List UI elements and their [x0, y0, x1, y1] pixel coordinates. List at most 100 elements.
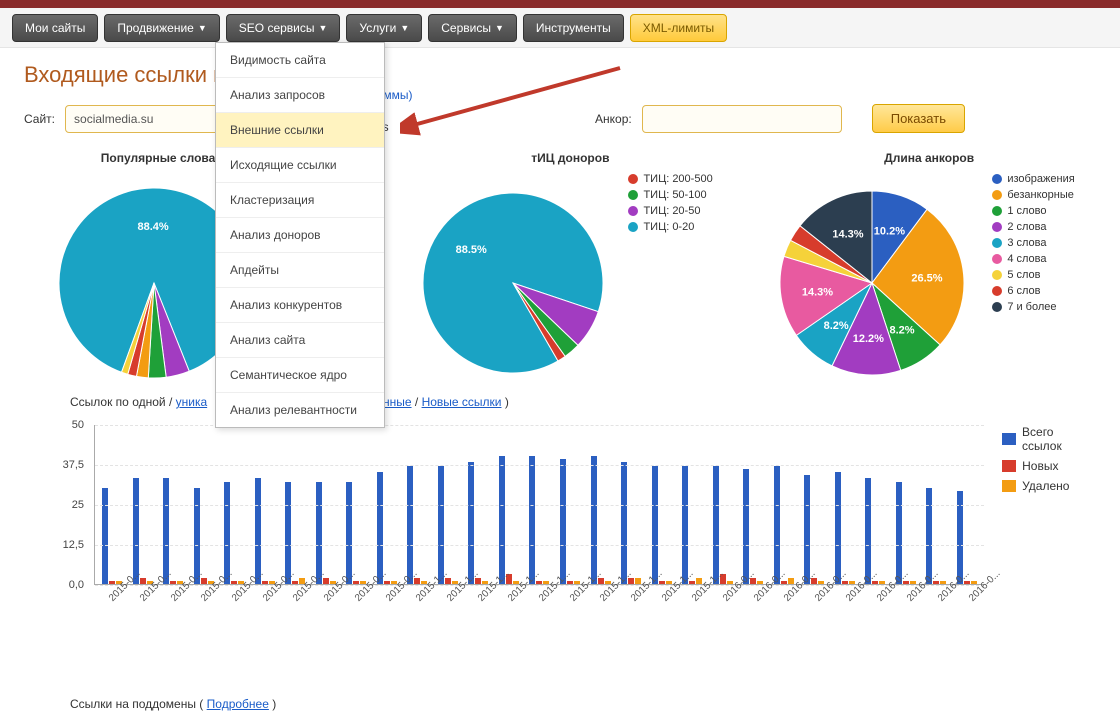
bar [231, 581, 237, 584]
x-tick-label: 2016-0... [721, 589, 736, 604]
legend-label: 3 слова [1007, 237, 1046, 249]
legend-item: Удалено [1002, 479, 1096, 493]
anchor-length-pie: 10.2%26.5%8.2%12.2%8.2%14.3%14.3% [762, 173, 982, 383]
y-tick-label: 25 [72, 499, 84, 511]
legend-swatch [1002, 433, 1016, 445]
subdomain-links-line: Ссылки на поддомены ( Подробнее ) [70, 697, 1096, 711]
dropdown-item[interactable]: Кластеризация [216, 183, 384, 218]
pie-slice-label: 8.2% [890, 324, 915, 336]
bar-group [682, 466, 702, 584]
page-title: Входящие ссылки на д [24, 62, 1096, 88]
nav-продвижение[interactable]: Продвижение▼ [104, 14, 219, 42]
legend-item: ТИЦ: 200-500 [628, 173, 712, 185]
bar [818, 581, 824, 584]
top-accent-bar [0, 0, 1120, 8]
x-tick-label: 2016-0... [967, 589, 982, 604]
seo-services-dropdown: Видимость сайтаАнализ запросовВнешние сс… [215, 42, 385, 428]
subdomain-details-link[interactable]: Подробнее [207, 697, 269, 711]
legend-swatch [992, 254, 1002, 264]
legend-label: Удалено [1022, 479, 1069, 493]
legend-swatch [628, 206, 638, 216]
y-tick-label: 0,0 [69, 579, 84, 591]
xml-limits-button[interactable]: XML-лимиты [630, 14, 727, 42]
bar [774, 466, 780, 584]
legend-item: 6 слов [992, 285, 1074, 297]
unique-link[interactable]: уника [176, 395, 208, 409]
x-tick-label: 2015-0... [261, 589, 276, 604]
x-tick-label: 2016-0... [844, 589, 859, 604]
legend-item: 4 слова [992, 253, 1074, 265]
legend-item: ТИЦ: 0-20 [628, 221, 712, 233]
pie-slice-label: 12.2% [853, 333, 884, 345]
bar [529, 456, 535, 584]
bar [560, 459, 566, 584]
nav-услуги[interactable]: Услуги▼ [346, 14, 422, 42]
legend-item: Всего ссылок [1002, 425, 1096, 453]
bar [499, 456, 505, 584]
y-tick-label: 12,5 [63, 539, 84, 551]
legend-item: ТИЦ: 20-50 [628, 205, 712, 217]
x-tick-label: 2015-0... [138, 589, 153, 604]
legend-item: ТИЦ: 50-100 [628, 189, 712, 201]
dropdown-item[interactable]: Видимость сайта [216, 43, 384, 78]
legend-swatch [992, 222, 1002, 232]
bar-group [896, 482, 916, 584]
bar-group [407, 466, 427, 584]
dropdown-item[interactable]: Анализ релевантности [216, 393, 384, 427]
caret-down-icon: ▼ [495, 23, 504, 33]
legend-label: ТИЦ: 50-100 [643, 189, 706, 201]
bar-group [774, 466, 794, 584]
nav-инструменты[interactable]: Инструменты [523, 14, 624, 42]
x-tick-label: 2015-0... [199, 589, 214, 604]
x-tick-label: 2016-0... [874, 589, 889, 604]
bar-group [438, 466, 458, 584]
x-tick-label: 2016-0... [936, 589, 951, 604]
bar [292, 581, 298, 584]
dropdown-item[interactable]: Исходящие ссылки [216, 148, 384, 183]
page-body: Входящие ссылки на д Сайт: x Анкор: Пока… [0, 48, 1120, 725]
bar-group [591, 456, 611, 584]
anchor-input[interactable] [642, 105, 842, 133]
legend-swatch [992, 286, 1002, 296]
nav-сервисы[interactable]: Сервисы▼ [428, 14, 517, 42]
new-links-link[interactable]: Новые ссылки [422, 395, 502, 409]
y-tick-label: 50 [72, 419, 84, 431]
legend-item: 1 слово [992, 205, 1074, 217]
bar-group [652, 466, 672, 584]
bar [567, 581, 573, 584]
bar [621, 462, 627, 584]
legend-item: безанкорные [992, 189, 1074, 201]
bar [788, 578, 794, 584]
caret-down-icon: ▼ [319, 23, 328, 33]
x-tick-label: 2015-1... [506, 589, 521, 604]
caret-down-icon: ▼ [198, 23, 207, 33]
show-button[interactable]: Показать [872, 104, 965, 133]
x-tick-label: 2015-1... [660, 589, 675, 604]
dropdown-item[interactable]: Апдейты [216, 253, 384, 288]
bar-group [926, 488, 946, 584]
bar [407, 466, 413, 584]
x-tick-label: 2015-0... [169, 589, 184, 604]
bar [468, 462, 474, 584]
nav-мои-сайты[interactable]: Мои сайты [12, 14, 98, 42]
dropdown-item[interactable]: Семантическое ядро [216, 358, 384, 393]
legend-swatch [992, 302, 1002, 312]
legend-item: 5 слов [992, 269, 1074, 281]
tic-legend: ТИЦ: 200-500 ТИЦ: 50-100 ТИЦ: 20-50 ТИЦ: 0-… [628, 173, 712, 237]
legend-item: Новых [1002, 459, 1096, 473]
bar [835, 472, 841, 584]
legend-swatch [992, 190, 1002, 200]
nav-seo-сервисы[interactable]: SEO сервисы▼ [226, 14, 341, 42]
bar [879, 581, 885, 584]
legend-label: 2 слова [1007, 221, 1046, 233]
bar [353, 581, 359, 584]
dropdown-item[interactable]: Анализ сайта [216, 323, 384, 358]
dropdown-item[interactable]: Анализ конкурентов [216, 288, 384, 323]
dropdown-item[interactable]: Анализ доноров [216, 218, 384, 253]
bar [109, 581, 115, 584]
dropdown-item[interactable]: Анализ запросов [216, 78, 384, 113]
x-tick-label: 2015-1... [537, 589, 552, 604]
bar [170, 581, 176, 584]
dropdown-item[interactable]: Внешние ссылки [216, 113, 384, 148]
bar [757, 581, 763, 584]
